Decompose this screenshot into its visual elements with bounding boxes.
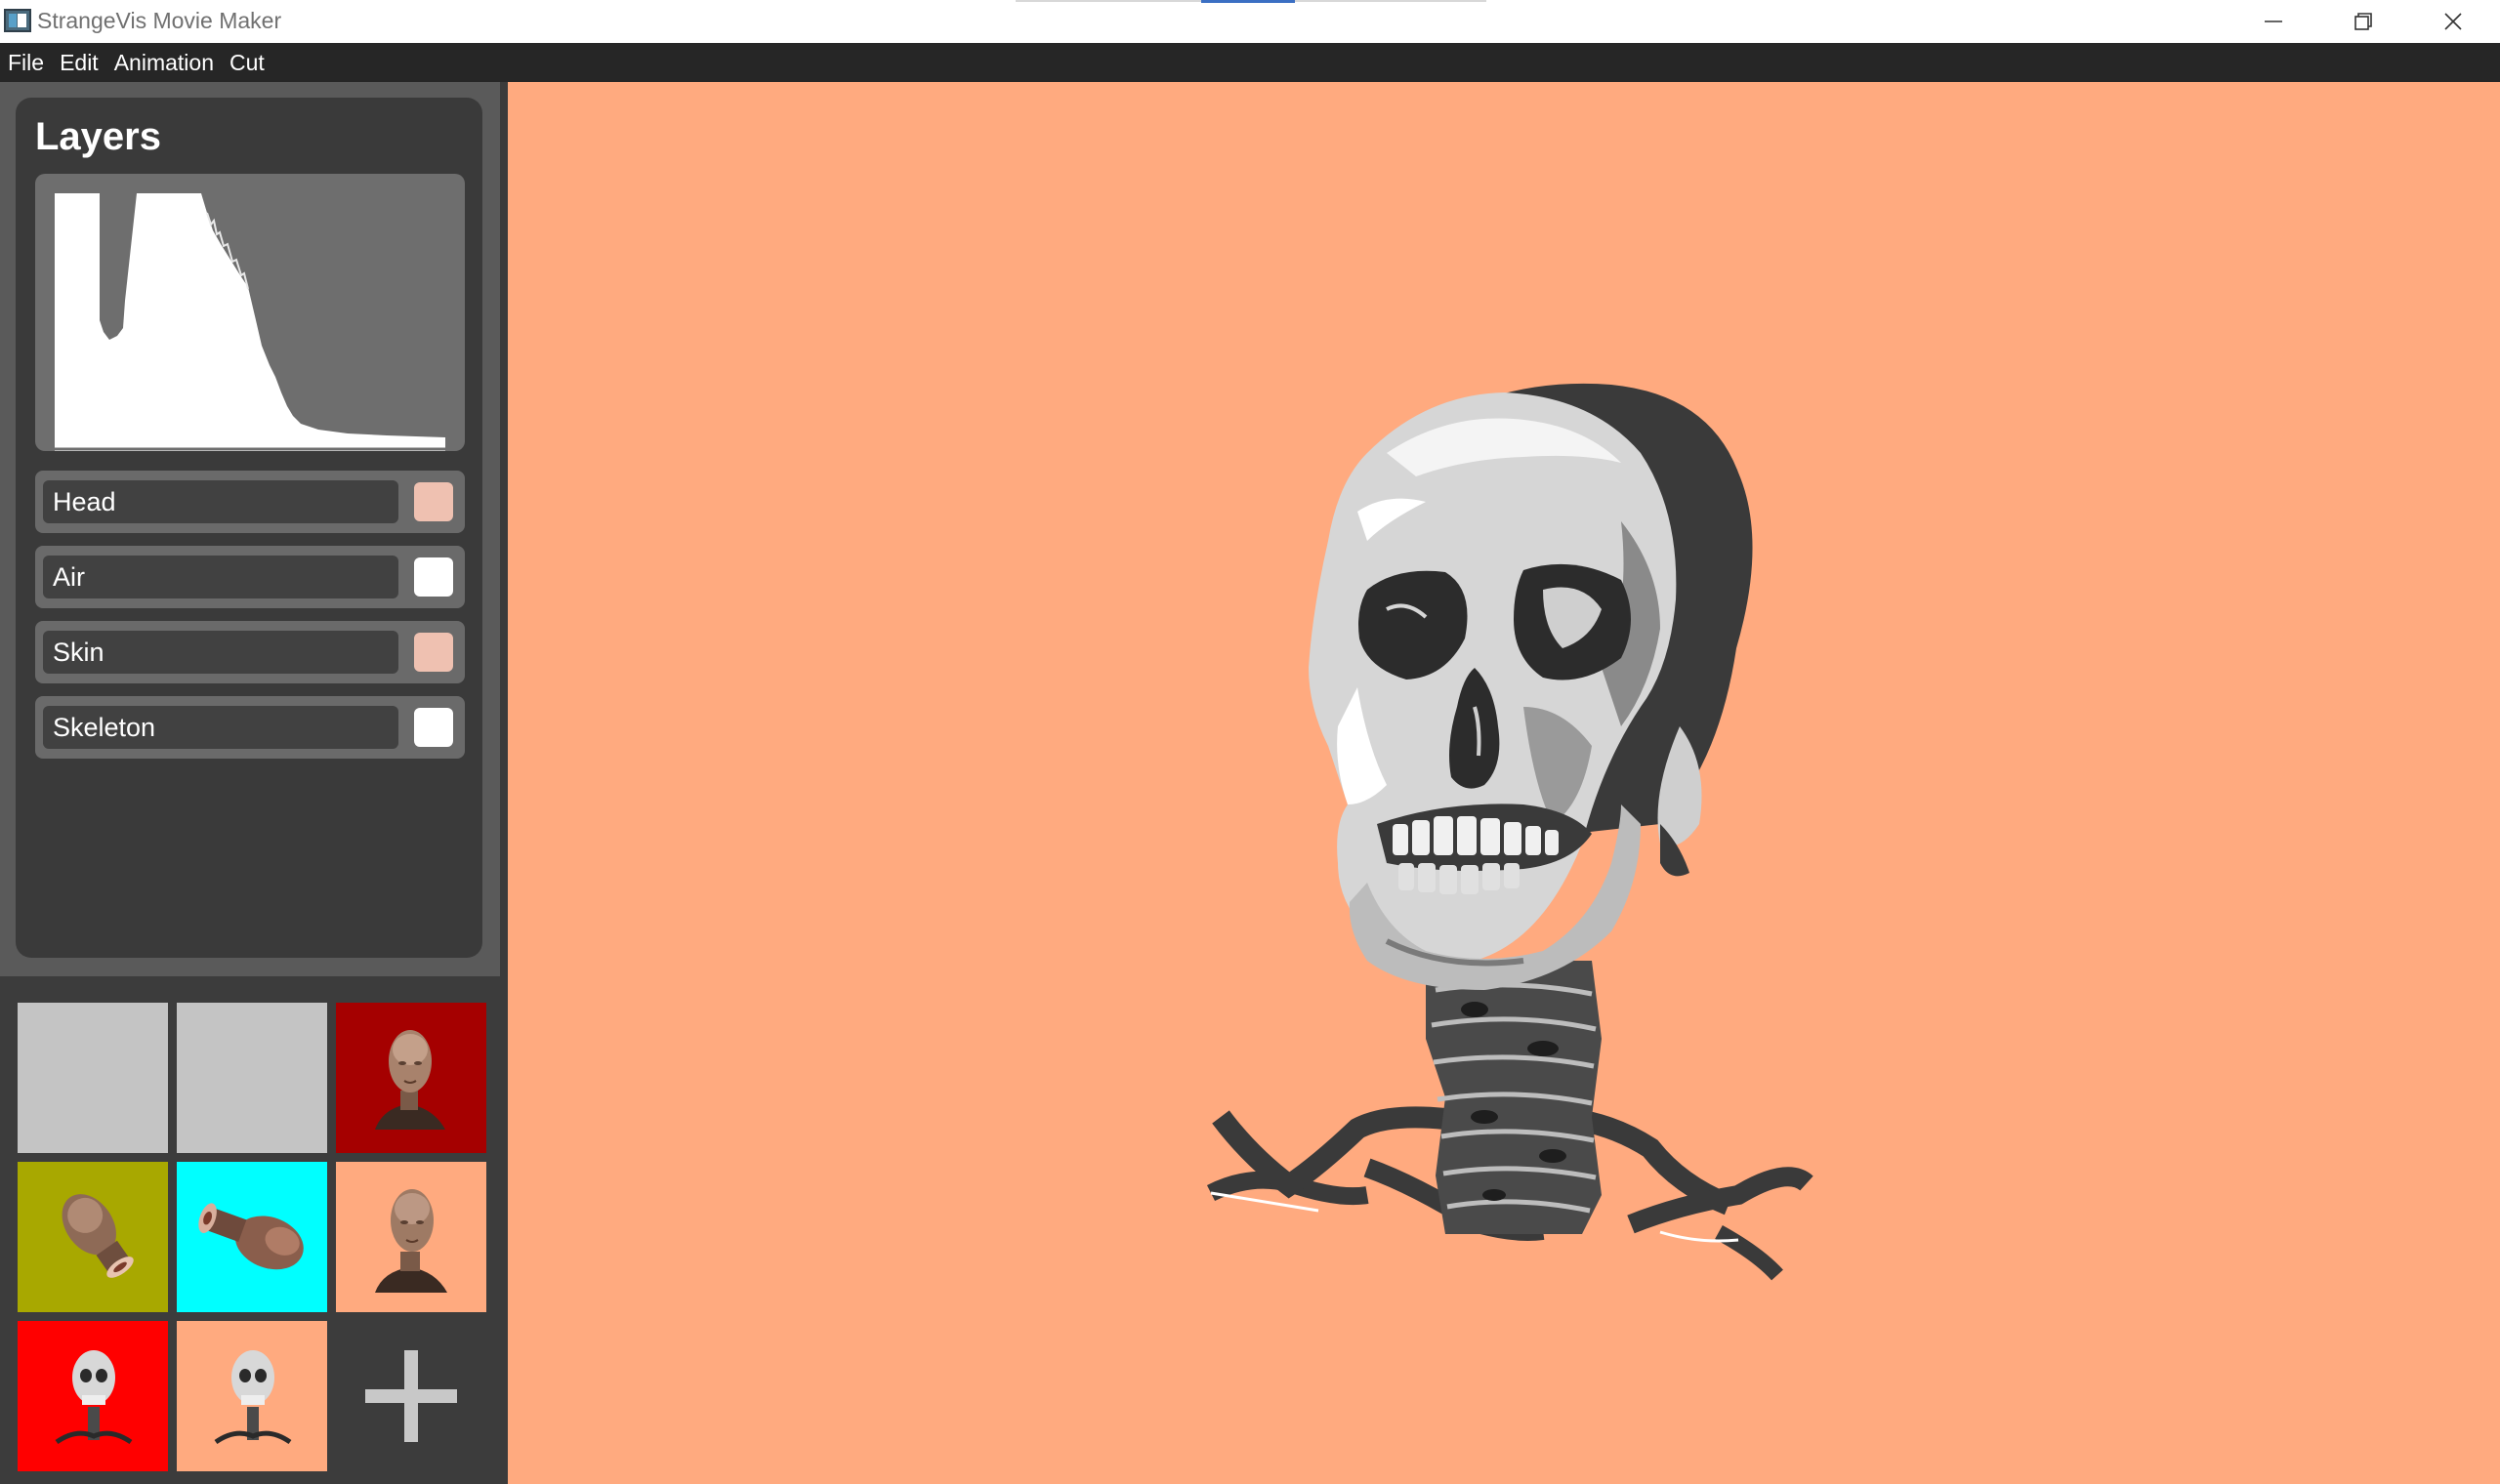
keyframe-thumbnail-head-front[interactable] bbox=[336, 1003, 486, 1153]
head-render-image bbox=[62, 1194, 134, 1278]
layers-panel: Layers Head Air Skin Skeleton bbox=[16, 98, 482, 958]
add-keyframe-button[interactable] bbox=[336, 1321, 486, 1471]
keyframe-thumbnail-empty[interactable] bbox=[177, 1003, 327, 1153]
close-button[interactable] bbox=[2408, 0, 2498, 43]
menu-file[interactable]: File bbox=[0, 43, 52, 82]
histogram-graph bbox=[55, 193, 445, 451]
keyframe-thumbnail-skeleton[interactable] bbox=[18, 1321, 168, 1471]
skeleton-render-image bbox=[214, 1350, 292, 1445]
layer-row-head[interactable]: Head bbox=[35, 471, 465, 533]
head-render-image bbox=[198, 1203, 304, 1270]
layers-title: Layers bbox=[35, 115, 161, 158]
head-render-image bbox=[375, 1189, 447, 1293]
restore-icon bbox=[2354, 13, 2372, 30]
head-render-image bbox=[375, 1030, 445, 1130]
window-title: StrangeVis Movie Maker bbox=[37, 8, 282, 33]
layer-row-air[interactable]: Air bbox=[35, 546, 465, 608]
title-bar: StrangeVis Movie Maker bbox=[0, 0, 2500, 43]
keyframe-thumbnail-head-tilted[interactable] bbox=[18, 1162, 168, 1312]
tab-indicator-divider bbox=[1295, 0, 1486, 2]
layer-name[interactable]: Skin bbox=[43, 631, 398, 674]
menu-animation[interactable]: Animation bbox=[106, 43, 222, 82]
layer-color-swatch[interactable] bbox=[414, 708, 453, 747]
layer-name[interactable]: Air bbox=[43, 556, 398, 598]
keyframe-thumbnail-empty[interactable] bbox=[18, 1003, 168, 1153]
skeleton-render-image bbox=[55, 1350, 133, 1445]
layer-row-skeleton[interactable]: Skeleton bbox=[35, 696, 465, 759]
layer-color-swatch[interactable] bbox=[414, 482, 453, 521]
transfer-function-histogram[interactable] bbox=[35, 174, 465, 451]
plus-icon bbox=[365, 1350, 457, 1442]
render-viewport[interactable] bbox=[508, 82, 2500, 1484]
layer-name[interactable]: Skeleton bbox=[43, 706, 398, 749]
layer-color-swatch[interactable] bbox=[414, 557, 453, 597]
menu-cut[interactable]: Cut bbox=[222, 43, 272, 82]
minimize-button[interactable] bbox=[2229, 0, 2318, 43]
tab-indicator-divider bbox=[1016, 0, 1201, 2]
layers-container: Layers Head Air Skin Skeleton bbox=[0, 82, 500, 976]
layer-name[interactable]: Head bbox=[43, 480, 398, 523]
layer-row-skin[interactable]: Skin bbox=[35, 621, 465, 683]
app-icon bbox=[4, 9, 31, 32]
tab-indicator-active bbox=[1201, 0, 1295, 3]
restore-button[interactable] bbox=[2318, 0, 2408, 43]
minimize-icon bbox=[2265, 21, 2282, 22]
layer-color-swatch[interactable] bbox=[414, 633, 453, 672]
keyframe-thumbnail-skeleton[interactable] bbox=[177, 1321, 327, 1471]
keyframe-thumbnail-head-front[interactable] bbox=[336, 1162, 486, 1312]
menu-bar: File Edit Animation Cut bbox=[0, 43, 2500, 82]
close-icon bbox=[2444, 13, 2462, 30]
sidebar: Layers Head Air Skin Skeleton bbox=[0, 82, 500, 1484]
keyframe-thumbnail-head-side[interactable] bbox=[177, 1162, 327, 1312]
skull-render bbox=[1206, 383, 1813, 1281]
menu-edit[interactable]: Edit bbox=[52, 43, 106, 82]
